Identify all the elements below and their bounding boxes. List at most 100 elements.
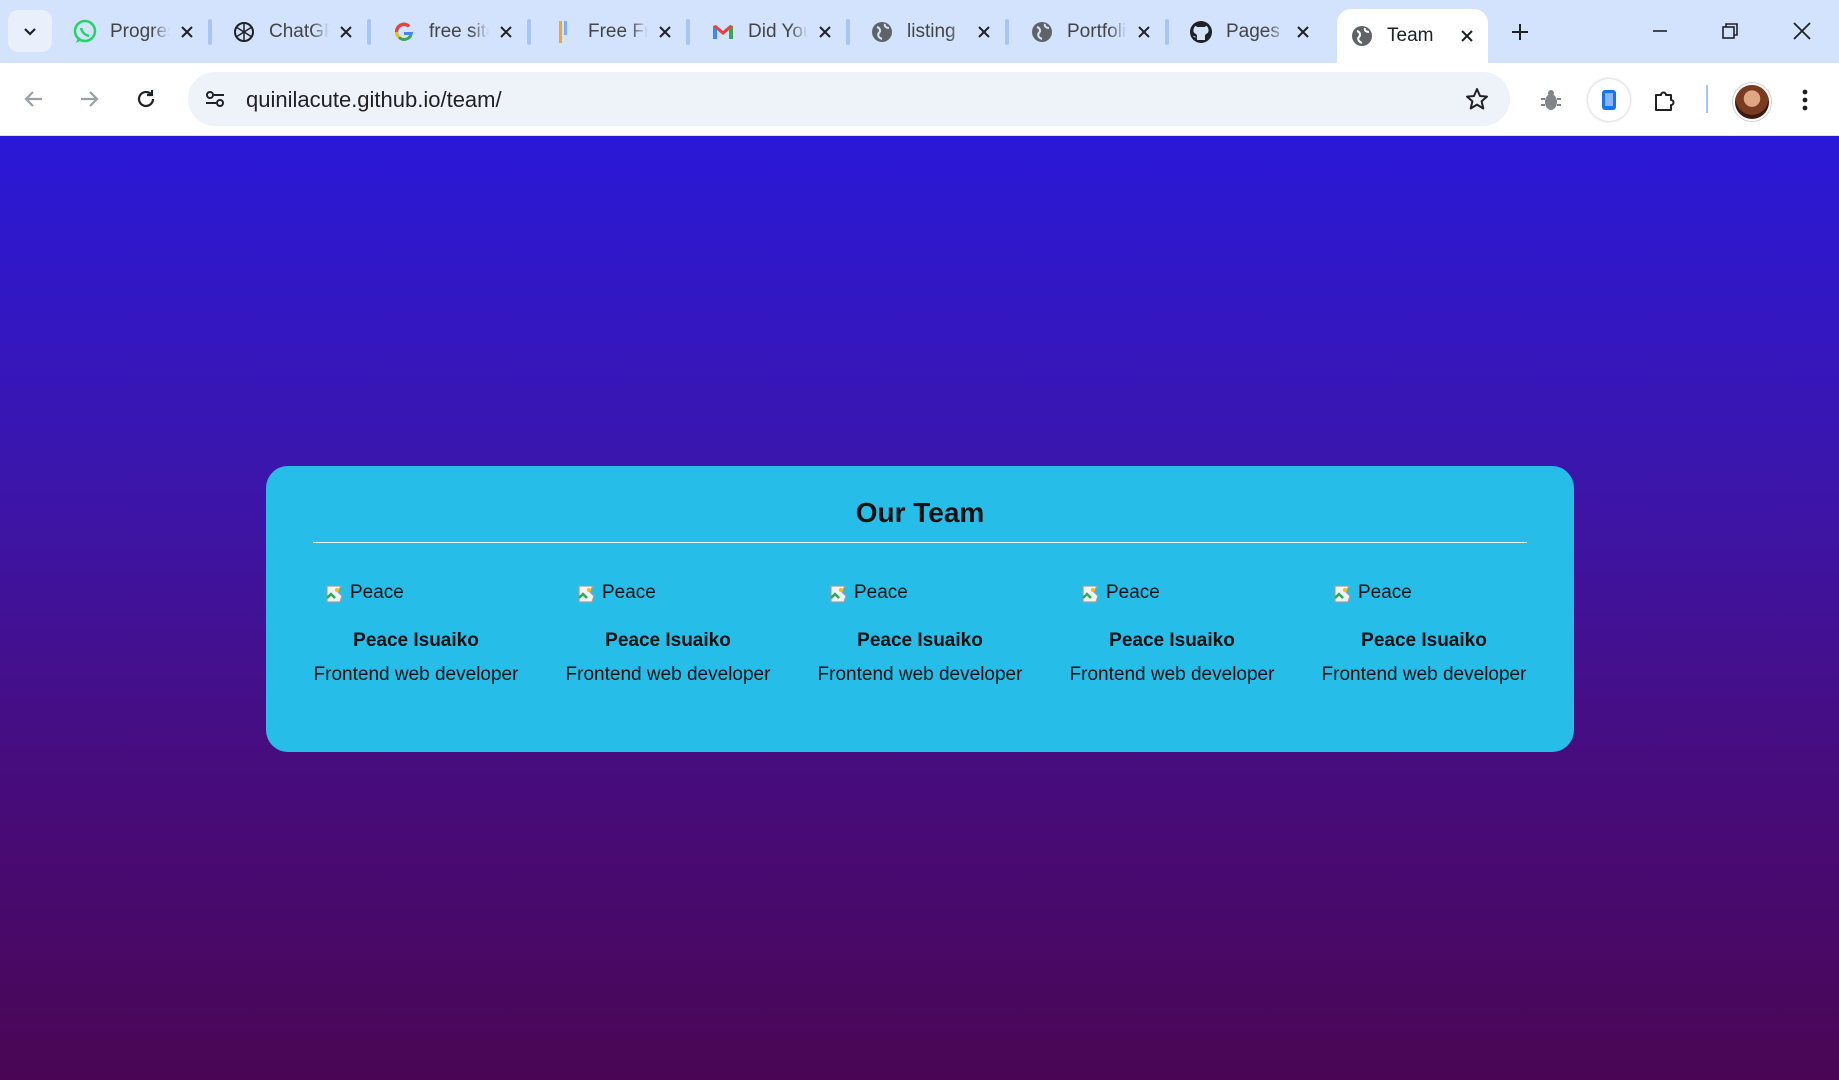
address-bar[interactable]: quinilacute.github.io/team/ <box>188 72 1510 126</box>
team-member: Peace Peace Isuaiko Frontend web develop… <box>1321 581 1527 686</box>
tab-title: Did You <box>748 20 808 42</box>
team-member: Peace Peace Isuaiko Frontend web develop… <box>1069 581 1275 686</box>
tab-separator <box>1165 19 1169 45</box>
tab-5[interactable]: listing <box>857 9 1009 54</box>
close-icon[interactable] <box>654 21 676 43</box>
bookmark-star-button[interactable] <box>1462 84 1492 114</box>
member-name: Peace Isuaiko <box>605 630 731 651</box>
page-background: Our Team Peace Peace Isuaiko Frontend we… <box>0 136 1839 1080</box>
tab-8-active[interactable]: Team <box>1337 9 1488 63</box>
close-icon[interactable] <box>814 21 836 43</box>
photo-alt-text: Peace <box>1358 582 1412 603</box>
close-icon[interactable] <box>1133 21 1155 43</box>
plus-icon <box>1512 24 1528 40</box>
tab-3[interactable]: Free Frontend <box>538 9 690 54</box>
tab-title: listing <box>907 20 956 42</box>
star-icon <box>1466 88 1488 110</box>
broken-image-icon <box>578 585 595 603</box>
site-info-button[interactable] <box>196 80 234 118</box>
photo-alt-text: Peace <box>602 582 656 603</box>
kebab-menu-icon <box>1802 89 1808 111</box>
page-title: Our Team <box>855 497 985 528</box>
member-role: Frontend web developer <box>1321 664 1527 685</box>
profile-avatar[interactable] <box>1733 83 1771 121</box>
reload-icon <box>137 90 155 108</box>
tab-separator <box>686 19 690 45</box>
whatsapp-icon <box>72 19 98 45</box>
minimize-button[interactable] <box>1630 8 1690 54</box>
member-photo: Peace <box>1069 581 1275 605</box>
member-photo: Peace <box>565 581 771 605</box>
github-icon <box>1188 19 1214 45</box>
bug-extension-button[interactable] <box>1532 81 1570 119</box>
photo-alt-text: Peace <box>854 582 908 603</box>
close-icon[interactable] <box>973 21 995 43</box>
tab-title: ChatGPT <box>269 20 329 42</box>
tab-separator <box>208 19 212 45</box>
team-card: Our Team Peace Peace Isuaiko Frontend we… <box>266 466 1574 752</box>
broken-image-icon <box>1082 585 1099 603</box>
reload-button[interactable] <box>125 78 167 120</box>
tab-title: Portfolio <box>1067 20 1127 42</box>
close-icon[interactable] <box>176 21 198 43</box>
tab-separator <box>846 19 850 45</box>
new-tab-button[interactable] <box>1502 14 1538 50</box>
chatgpt-icon <box>231 19 257 45</box>
tab-title: Team <box>1387 25 1434 46</box>
gmail-icon <box>710 19 736 45</box>
broken-image-icon <box>830 585 847 603</box>
tab-4[interactable]: Did You <box>698 9 850 54</box>
globe-icon <box>869 19 895 45</box>
puzzle-icon <box>1655 91 1675 111</box>
close-icon[interactable] <box>1456 25 1478 47</box>
close-icon[interactable] <box>335 21 357 43</box>
tab-1[interactable]: ChatGPT <box>219 9 371 54</box>
url-text[interactable]: quinilacute.github.io/team/ <box>246 87 502 113</box>
device-extension-button[interactable] <box>1588 79 1630 121</box>
tab-separator <box>1005 19 1009 45</box>
globe-icon <box>1029 19 1055 45</box>
team-members: Peace Peace Isuaiko Frontend web develop… <box>313 581 1527 686</box>
back-button[interactable] <box>13 78 55 120</box>
member-name: Peace Isuaiko <box>1109 630 1235 651</box>
member-role: Frontend web developer <box>817 664 1023 685</box>
broken-image-icon <box>1334 585 1351 603</box>
tab-search-button[interactable] <box>8 10 52 52</box>
close-window-button[interactable] <box>1772 8 1832 54</box>
forward-button[interactable] <box>68 78 110 120</box>
member-role: Frontend web developer <box>1069 664 1275 685</box>
tab-0[interactable]: Progress <box>60 9 212 54</box>
bookmark-stripe-icon <box>550 19 576 45</box>
member-name: Peace Isuaiko <box>353 630 479 651</box>
tab-separator <box>367 19 371 45</box>
team-member: Peace Peace Isuaiko Frontend web develop… <box>565 581 771 686</box>
broken-image-icon <box>326 585 343 603</box>
member-name: Peace Isuaiko <box>857 630 983 651</box>
tab-title: Free Frontend <box>588 20 648 42</box>
menu-button[interactable] <box>1786 81 1824 119</box>
restore-icon <box>1722 23 1738 39</box>
globe-icon <box>1349 23 1375 49</box>
tab-6[interactable]: Portfolio <box>1017 9 1169 54</box>
restore-button[interactable] <box>1700 8 1760 54</box>
close-icon[interactable] <box>1292 21 1314 43</box>
photo-alt-text: Peace <box>1106 582 1160 603</box>
arrow-right-icon <box>81 91 99 107</box>
tab-title: Pages <box>1226 20 1280 42</box>
close-icon[interactable] <box>495 21 517 43</box>
bug-icon <box>1541 90 1561 110</box>
member-name: Peace Isuaiko <box>1361 630 1487 651</box>
tab-title: free site <box>429 20 489 42</box>
tab-separator <box>527 19 531 45</box>
tune-icon <box>206 91 224 107</box>
member-photo: Peace <box>313 581 519 605</box>
close-icon <box>1793 22 1811 40</box>
extensions-button[interactable] <box>1646 81 1684 119</box>
tab-7[interactable]: Pages <box>1176 9 1324 54</box>
member-role: Frontend web developer <box>313 664 519 685</box>
team-member: Peace Peace Isuaiko Frontend web develop… <box>817 581 1023 686</box>
tab-2[interactable]: free site <box>379 9 531 54</box>
toolbar-divider <box>1706 85 1708 113</box>
member-role: Frontend web developer <box>565 664 771 685</box>
photo-alt-text: Peace <box>350 582 404 603</box>
